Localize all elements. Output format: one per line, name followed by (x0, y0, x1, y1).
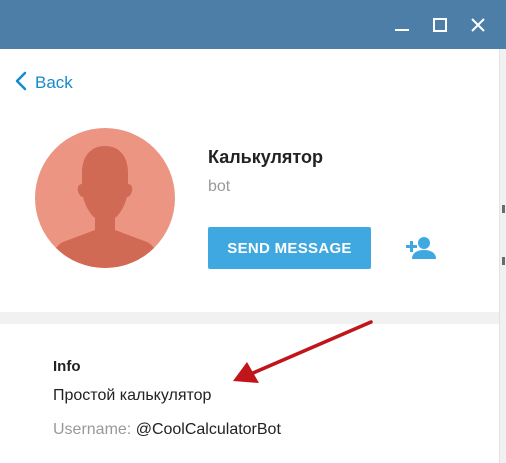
minimize-icon[interactable] (383, 0, 421, 49)
window-titlebar (0, 0, 506, 49)
background-window-edge (499, 49, 506, 463)
add-user-icon[interactable] (405, 235, 437, 261)
back-button[interactable]: Back (15, 71, 73, 96)
avatar (35, 128, 175, 268)
edge-mark (502, 205, 505, 213)
username-label: Username: (53, 421, 132, 438)
username-row: Username: @CoolCalculatorBot (53, 421, 281, 439)
annotation-arrow (233, 320, 373, 383)
profile-subtitle: bot (208, 178, 231, 195)
info-heading: Info (53, 358, 81, 375)
user-silhouette-icon (52, 146, 158, 268)
username-value[interactable]: @CoolCalculatorBot (136, 421, 281, 438)
profile-name: Калькулятор (208, 147, 324, 167)
info-description: Простой калькулятор (53, 387, 212, 404)
maximize-icon[interactable] (421, 0, 459, 49)
close-icon[interactable] (459, 0, 497, 49)
edge-mark (502, 257, 505, 265)
back-label: Back (35, 73, 73, 92)
chevron-left-icon (15, 71, 27, 96)
send-message-button[interactable]: SEND MESSAGE (208, 227, 371, 269)
